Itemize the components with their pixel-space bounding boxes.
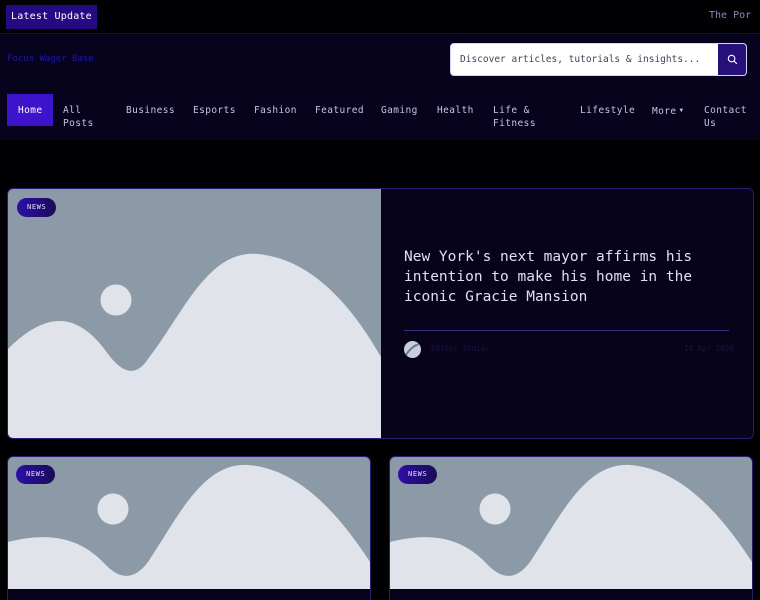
search-button[interactable]: [718, 44, 746, 75]
post-card[interactable]: NEWS: [389, 456, 753, 600]
post-card[interactable]: NEWS: [7, 456, 371, 600]
nav-item-home[interactable]: Home: [7, 94, 54, 126]
nav-item-life-fitness[interactable]: Life & Fitness: [493, 104, 555, 130]
nav-item-all-posts[interactable]: All Posts: [63, 104, 107, 130]
avatar: [404, 341, 421, 358]
search-bar: [450, 43, 747, 76]
top-ticker-bar: Latest Update The Por: [0, 0, 760, 33]
featured-post-card[interactable]: NEWS New York's next mayor affirms his i…: [7, 188, 754, 439]
nav-item-gaming[interactable]: Gaming: [381, 104, 418, 117]
featured-post-title[interactable]: New York's next mayor affirms his intent…: [404, 247, 704, 307]
search-icon: [727, 54, 737, 65]
search-input[interactable]: [451, 44, 719, 75]
site-header: Focus Wager Base Home All Posts Business…: [0, 33, 760, 140]
nav-item-more[interactable]: More ▼: [652, 104, 684, 118]
nav-item-lifestyle[interactable]: Lifestyle: [580, 104, 635, 117]
latest-update-label: Latest Update: [6, 5, 97, 29]
nav-item-more-label: More: [652, 106, 677, 117]
category-badge[interactable]: NEWS: [17, 198, 57, 217]
image-placeholder-icon[interactable]: [8, 457, 371, 589]
category-badge[interactable]: NEWS: [16, 465, 56, 484]
nav-item-featured[interactable]: Featured: [315, 104, 364, 117]
category-badge[interactable]: NEWS: [398, 465, 438, 484]
nav-item-health[interactable]: Health: [437, 104, 474, 117]
main-navigation: Home All Posts Business Esports Fashion …: [0, 94, 760, 141]
site-logo[interactable]: Focus Wager Base: [7, 54, 94, 64]
chevron-down-icon: ▼: [679, 107, 684, 114]
ticker-headline[interactable]: The Por: [709, 10, 751, 21]
author-name[interactable]: Editor Zodiac: [431, 344, 490, 353]
nav-item-esports[interactable]: Esports: [193, 104, 236, 117]
image-placeholder-icon[interactable]: [8, 189, 381, 439]
user-icon: [405, 343, 420, 356]
nav-item-business[interactable]: Business: [126, 104, 175, 117]
divider: [404, 330, 729, 331]
nav-item-fashion[interactable]: Fashion: [254, 104, 297, 117]
image-placeholder-icon[interactable]: [390, 457, 753, 589]
post-date: 14 Apr 2026: [684, 344, 734, 353]
nav-item-contact-us[interactable]: Contact Us: [704, 104, 756, 130]
